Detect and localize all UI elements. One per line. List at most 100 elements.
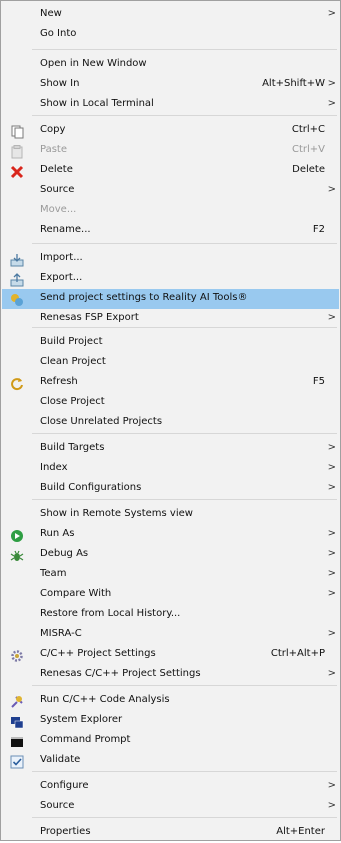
menu-item-clean-project[interactable]: Clean Project: [2, 353, 339, 373]
menu-item-label: Clean Project: [40, 356, 106, 367]
menu-item-label: Validate: [40, 754, 81, 765]
menu-item-new[interactable]: New >: [2, 5, 339, 25]
menu-item-label: Export...: [40, 272, 83, 283]
refresh-icon: [10, 376, 24, 391]
menu-item-label: Command Prompt: [40, 734, 131, 745]
copy-icon: [10, 124, 24, 139]
menu-separator: [32, 115, 337, 116]
paste-icon: [10, 144, 24, 159]
context-menu: New > Go Into Open in New Window Show In Alt+…: [0, 0, 341, 841]
menu-item-team[interactable]: Team >: [2, 565, 339, 585]
menu-item-debug-as[interactable]: Debug As >: [2, 545, 339, 565]
menu-item-source[interactable]: Source >: [2, 797, 339, 817]
menu-item-source[interactable]: Source >: [2, 181, 339, 201]
menu-item-shortcut: Delete: [292, 164, 325, 175]
menu-item-command-prompt[interactable]: Command Prompt: [2, 731, 339, 751]
menu-item-label: Open in New Window: [40, 58, 147, 69]
menu-item-label: Run C/C++ Code Analysis: [40, 694, 170, 705]
menu-item-label: Rename...: [40, 224, 91, 235]
menu-item-c-c-project-settings[interactable]: C/C++ Project Settings Ctrl+Alt+P: [2, 645, 339, 665]
menu-item-import[interactable]: Import...: [2, 249, 339, 269]
menu-item-show-in-remote-systems-view[interactable]: Show in Remote Systems view: [2, 505, 339, 525]
menu-item-validate[interactable]: Validate: [2, 751, 339, 771]
menu-item-configure[interactable]: Configure >: [2, 777, 339, 797]
menu-item-build-project[interactable]: Build Project: [2, 333, 339, 353]
validate-checkbox-icon: [10, 754, 24, 769]
menu-item-renesas-fsp-export[interactable]: Renesas FSP Export >: [2, 309, 339, 329]
menu-item-label: C/C++ Project Settings: [40, 648, 156, 659]
menu-item-shortcut: Alt+Enter: [276, 826, 325, 837]
menu-item-label: Move...: [40, 204, 77, 215]
menu-item-close-unrelated-projects[interactable]: Close Unrelated Projects: [2, 413, 339, 433]
menu-item-label: Build Configurations: [40, 482, 142, 493]
menu-item-delete[interactable]: Delete Delete: [2, 161, 339, 181]
menu-item-label: Index: [40, 462, 68, 473]
menu-item-shortcut: F2: [312, 224, 325, 235]
menu-item-label: Paste: [40, 144, 67, 155]
menu-item-label: Show in Remote Systems view: [40, 508, 193, 519]
menu-item-label: Close Project: [40, 396, 105, 407]
menu-item-label: Close Unrelated Projects: [40, 416, 163, 427]
menu-item-label: Renesas C/C++ Project Settings: [40, 668, 201, 679]
submenu-arrow-icon: >: [327, 8, 336, 19]
menu-item-label: Configure: [40, 780, 89, 791]
menu-item-misra-c[interactable]: MISRA-C >: [2, 625, 339, 645]
menu-item-build-configurations[interactable]: Build Configurations >: [2, 479, 339, 499]
menu-item-label: Show in Local Terminal: [40, 98, 154, 109]
submenu-arrow-icon: >: [327, 78, 336, 89]
menu-item-restore-from-local-history[interactable]: Restore from Local History...: [2, 605, 339, 625]
menu-separator: [32, 433, 337, 434]
menu-item-label: Source: [40, 800, 75, 811]
submenu-arrow-icon: >: [327, 482, 336, 493]
menu-item-renesas-c-c-project-settings[interactable]: Renesas C/C++ Project Settings >: [2, 665, 339, 685]
menu-item-run-c-c-code-analysis[interactable]: Run C/C++ Code Analysis: [2, 691, 339, 711]
submenu-arrow-icon: >: [327, 528, 336, 539]
menu-item-label: Source: [40, 184, 75, 195]
menu-item-label: Refresh: [40, 376, 78, 387]
menu-item-label: System Explorer: [40, 714, 123, 725]
menu-item-compare-with[interactable]: Compare With >: [2, 585, 339, 605]
menu-item-copy[interactable]: Copy Ctrl+C: [2, 121, 339, 141]
menu-item-build-targets[interactable]: Build Targets >: [2, 439, 339, 459]
menu-item-open-in-new-window[interactable]: Open in New Window: [2, 55, 339, 75]
menu-item-label: Copy: [40, 124, 66, 135]
menu-item-close-project[interactable]: Close Project: [2, 393, 339, 413]
menu-item-send-project-settings-to-reality-ai-tools[interactable]: Send project settings to Reality AI Tool…: [2, 289, 339, 309]
menu-separator: [32, 49, 337, 50]
menu-item-move: Move...: [2, 201, 339, 221]
submenu-arrow-icon: >: [327, 628, 336, 639]
submenu-arrow-icon: >: [327, 588, 336, 599]
reality-ai-icon: [10, 292, 24, 306]
menu-item-run-as[interactable]: Run As >: [2, 525, 339, 545]
submenu-arrow-icon: >: [327, 548, 336, 559]
menu-item-shortcut: Ctrl+Alt+P: [270, 648, 325, 659]
menu-item-shortcut: Ctrl+V: [291, 144, 325, 155]
menu-item-go-into[interactable]: Go Into: [2, 25, 339, 45]
menu-item-system-explorer[interactable]: System Explorer: [2, 711, 339, 731]
submenu-arrow-icon: >: [327, 800, 336, 811]
menu-item-show-in-local-terminal[interactable]: Show in Local Terminal >: [2, 95, 339, 115]
submenu-arrow-icon: >: [327, 780, 336, 791]
menu-item-index[interactable]: Index >: [2, 459, 339, 479]
settings-icon: [10, 648, 24, 662]
menu-item-label: Send project settings to Reality AI Tool…: [40, 292, 248, 303]
menu-item-label: Debug As: [40, 548, 89, 559]
menu-item-label: New: [40, 8, 62, 19]
system-explorer-icon: [10, 714, 24, 729]
delete-icon: [10, 164, 24, 179]
menu-separator: [32, 771, 337, 772]
submenu-arrow-icon: >: [327, 312, 336, 323]
menu-item-label: Run As: [40, 528, 75, 539]
menu-item-label: Show In: [40, 78, 80, 89]
menu-item-properties[interactable]: Properties Alt+Enter: [2, 823, 339, 843]
menu-item-label: Compare With: [40, 588, 112, 599]
menu-item-show-in[interactable]: Show In Alt+Shift+W >: [2, 75, 339, 95]
menu-item-refresh[interactable]: Refresh F5: [2, 373, 339, 393]
menu-item-label: Delete: [40, 164, 73, 175]
menu-item-label: Renesas FSP Export: [40, 312, 139, 323]
menu-separator: [32, 327, 337, 328]
menu-item-rename[interactable]: Rename... F2: [2, 221, 339, 241]
menu-item-label: Go Into: [40, 28, 77, 39]
menu-item-label: Properties: [40, 826, 91, 837]
menu-item-export[interactable]: Export...: [2, 269, 339, 289]
